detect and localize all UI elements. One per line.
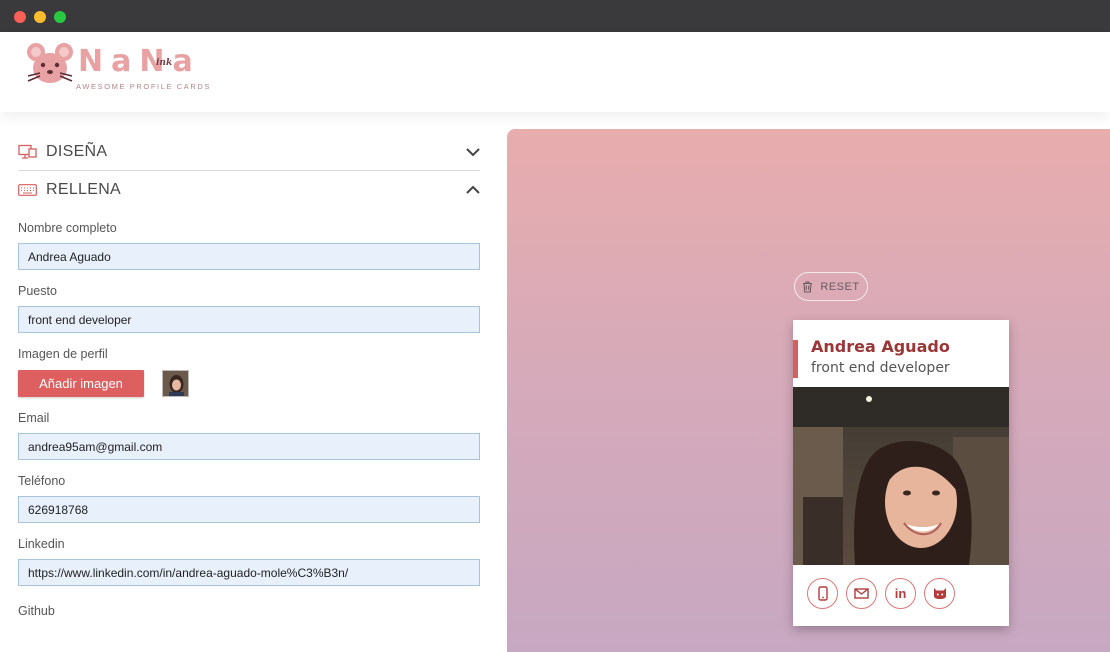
email-field[interactable]: andrea95am@gmail.com bbox=[18, 433, 480, 460]
editor-panel: DISEÑA RELLENA Nombre completo Andrea Ag… bbox=[18, 128, 480, 620]
logo-wordmark: NaNa bbox=[78, 44, 201, 79]
section-fill-header[interactable]: RELLENA bbox=[18, 171, 480, 209]
name-field[interactable]: Andrea Aguado bbox=[18, 243, 480, 270]
mail-icon[interactable] bbox=[846, 578, 877, 609]
maximize-window-button[interactable] bbox=[54, 11, 66, 23]
minimize-window-button[interactable] bbox=[34, 11, 46, 23]
email-label: Email bbox=[18, 411, 50, 425]
github-label: Github bbox=[18, 604, 55, 618]
chevron-up-icon[interactable] bbox=[466, 183, 480, 197]
phone-icon[interactable] bbox=[807, 578, 838, 609]
profile-card: Andrea Aguado front end developer in bbox=[793, 320, 1009, 626]
keyboard-icon bbox=[18, 182, 38, 198]
job-field[interactable]: front end developer bbox=[18, 306, 480, 333]
phone-label: Teléfono bbox=[18, 474, 66, 488]
image-label: Imagen de perfil bbox=[18, 347, 108, 361]
card-preview-area: RESET Andrea Aguado front end developer bbox=[507, 129, 1110, 652]
card-job: front end developer bbox=[811, 360, 950, 376]
window-titlebar bbox=[0, 0, 1110, 32]
card-accent-bar bbox=[793, 340, 798, 378]
card-photo bbox=[793, 387, 1009, 565]
section-design-title: DISEÑA bbox=[46, 142, 108, 160]
linkedin-icon[interactable]: in bbox=[885, 578, 916, 609]
section-design-header[interactable]: DISEÑA bbox=[18, 133, 480, 171]
section-fill-title: RELLENA bbox=[46, 181, 122, 198]
add-image-button[interactable]: Añadir imagen bbox=[18, 369, 144, 397]
trash-icon bbox=[803, 280, 813, 293]
card-name: Andrea Aguado bbox=[811, 337, 950, 356]
linkedin-field[interactable]: https://www.linkedin.com/in/andrea-aguad… bbox=[18, 559, 480, 586]
mouse-face-icon bbox=[27, 43, 73, 83]
phone-field[interactable]: 626918768 bbox=[18, 496, 480, 523]
reset-label: RESET bbox=[820, 280, 860, 293]
image-row: Añadir imagen bbox=[18, 369, 480, 397]
linkedin-label: Linkedin bbox=[18, 537, 65, 551]
job-label: Puesto bbox=[18, 284, 57, 298]
design-icon bbox=[18, 144, 38, 160]
github-icon[interactable] bbox=[924, 578, 955, 609]
reset-button[interactable]: RESET bbox=[794, 272, 868, 301]
logo-suffix: ink bbox=[156, 58, 173, 68]
chevron-down-icon[interactable] bbox=[466, 145, 480, 159]
profile-thumbnail bbox=[162, 369, 189, 397]
logo[interactable]: NaNa ink AWESOME PROFILE CARDS bbox=[26, 42, 226, 91]
name-label: Nombre completo bbox=[18, 221, 117, 235]
logo-tagline: AWESOME PROFILE CARDS bbox=[76, 82, 212, 91]
close-window-button[interactable] bbox=[14, 11, 26, 23]
card-social-links: in bbox=[807, 578, 963, 609]
app-header: NaNa ink AWESOME PROFILE CARDS bbox=[0, 32, 1110, 112]
